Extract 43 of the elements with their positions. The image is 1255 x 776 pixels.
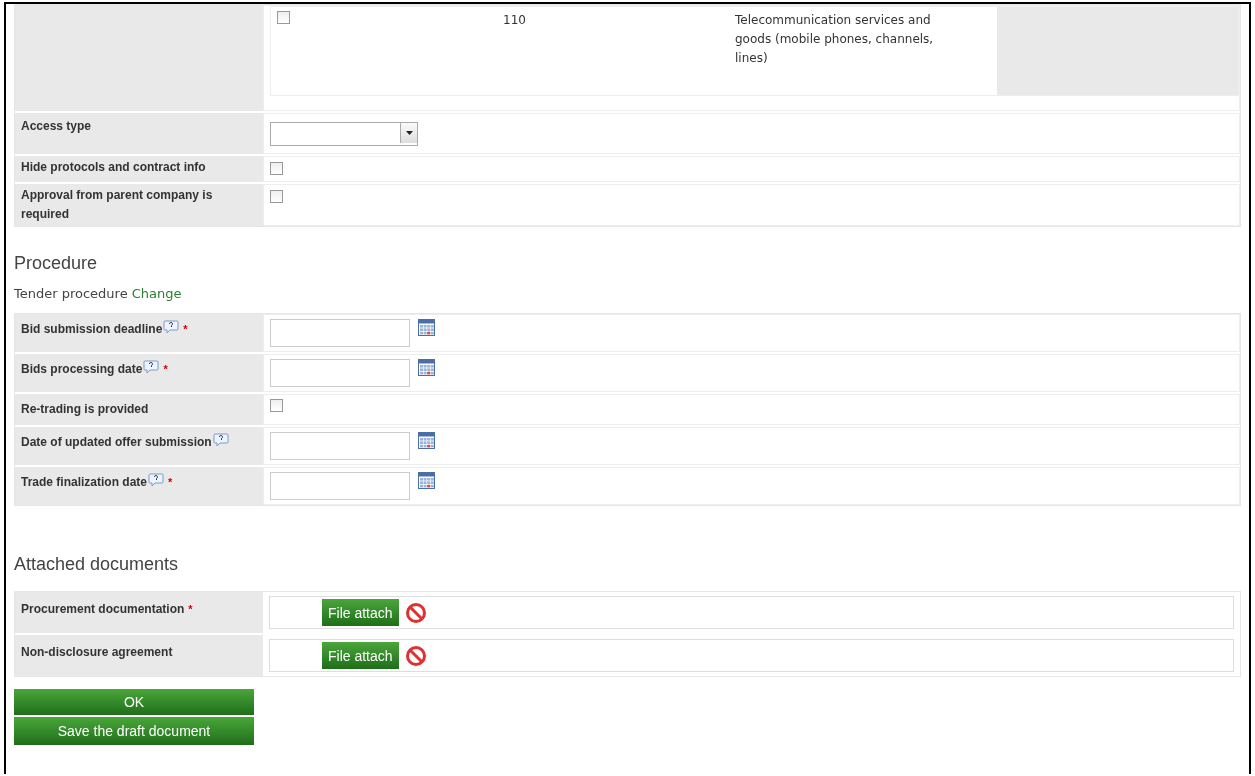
checkbox[interactable]	[270, 190, 283, 203]
calendar-icon[interactable]	[418, 432, 435, 449]
help-icon[interactable]	[163, 320, 180, 334]
category-checkbox[interactable]	[277, 11, 290, 24]
category-code: 110	[503, 13, 526, 27]
procedure-type: Tender procedure	[14, 286, 128, 301]
checkbox[interactable]	[270, 162, 283, 175]
section-heading: Procedure	[14, 253, 99, 274]
help-icon[interactable]	[148, 473, 165, 487]
required-mark: *	[168, 476, 173, 488]
field-label: Re-trading is provided	[21, 402, 149, 416]
field-label: Bid submission deadline	[21, 322, 163, 336]
required-mark: *	[188, 603, 193, 615]
field-label: Trade finalization date	[21, 475, 148, 489]
change-link[interactable]: Change	[131, 286, 182, 301]
calendar-icon[interactable]	[418, 472, 435, 489]
field-label: Hide protocols and contract info	[21, 160, 206, 174]
file-attach-button[interactable]: File attach	[322, 599, 399, 626]
field-label: Approval from parent company is required	[21, 188, 213, 221]
file-attach-button[interactable]: File attach	[322, 642, 399, 669]
category-description: Telecommunication services and goods (mobile phones, channels, lines)	[735, 12, 935, 67]
date-field[interactable]	[270, 472, 410, 500]
section-heading: Attached documents	[14, 554, 180, 575]
field-label: Procurement documentation	[21, 602, 185, 616]
save-draft-button[interactable]: Save the draft document	[14, 717, 254, 745]
remove-icon[interactable]	[404, 644, 427, 667]
calendar-icon[interactable]	[418, 359, 435, 376]
required-mark: *	[163, 363, 168, 375]
remove-icon[interactable]	[404, 601, 427, 624]
field-label: Date of updated offer submission	[21, 435, 212, 449]
help-icon[interactable]	[212, 433, 229, 447]
help-icon[interactable]	[143, 360, 160, 374]
checkbox[interactable]	[270, 399, 283, 412]
field-label: Non-disclosure agreement	[21, 645, 173, 659]
ok-button[interactable]: OK	[14, 689, 254, 715]
field-label: Access type	[21, 119, 92, 133]
calendar-icon[interactable]	[418, 319, 435, 336]
dropdown-arrow-icon[interactable]	[405, 131, 413, 135]
date-field[interactable]	[270, 359, 410, 387]
required-mark: *	[183, 323, 188, 335]
field-label: Bids processing date	[21, 362, 143, 376]
date-field[interactable]	[270, 319, 410, 347]
date-field[interactable]	[270, 432, 410, 460]
